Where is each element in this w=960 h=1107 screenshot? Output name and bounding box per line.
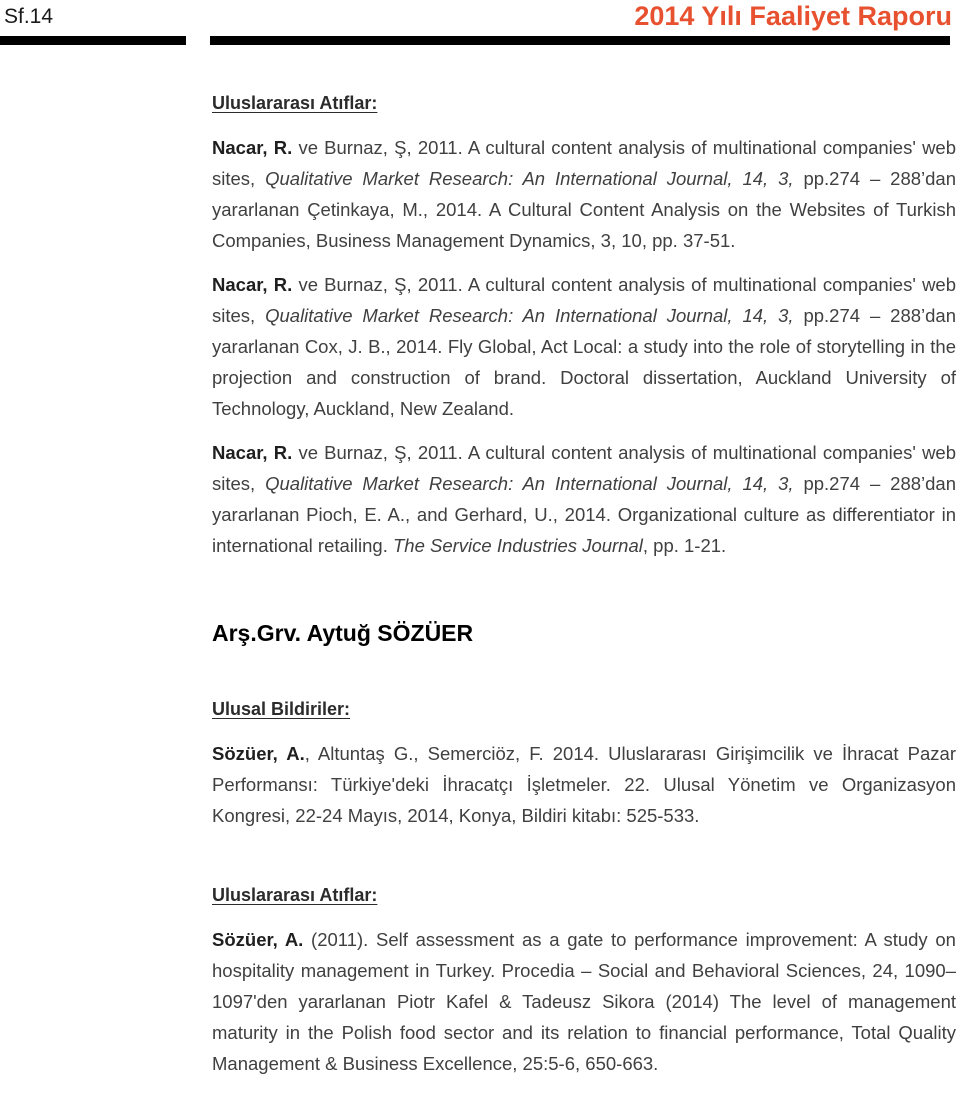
page-header: Sf.14 2014 Yılı Faaliyet Raporu [0, 0, 960, 52]
citation-entry-1: Nacar, R. ve Burnaz, Ş, 2011. A cultural… [212, 132, 956, 256]
citation-entry-3: Nacar, R. ve Burnaz, Ş, 2011. A cultural… [212, 437, 956, 561]
citation-1-journal: Qualitative Market Research: An Internat… [265, 168, 794, 189]
citation-3-journal: Qualitative Market Research: An Internat… [265, 473, 794, 494]
citation-2-journal: Qualitative Market Research: An Internat… [265, 305, 794, 326]
header-rule-left [0, 36, 186, 45]
citation-4-text: (2011). Self assessment as a gate to per… [212, 929, 956, 1074]
citation-entry-4: Sözüer, A. (2011). Self assessment as a … [212, 924, 956, 1079]
header-rule-right [210, 36, 950, 45]
document-body: Uluslararası Atıflar: Nacar, R. ve Burna… [212, 88, 956, 1082]
spacer-before-person [212, 564, 956, 618]
national-paper-entry-1: Sözüer, A., Altuntaş G., Semerciöz, F. 2… [212, 738, 956, 831]
heading-international-citations-2: Uluslararası Atıflar: [212, 885, 378, 905]
spacer-after-person [212, 648, 956, 694]
heading-national-papers: Ulusal Bildiriler: [212, 699, 351, 719]
heading-person-name: Arş.Grv. Aytuğ SÖZÜER [212, 620, 474, 646]
national-paper-1-author: Sözüer, A. [212, 743, 305, 764]
report-title: 2014 Yılı Faaliyet Raporu [634, 1, 952, 31]
page-number: Sf.14 [4, 5, 54, 28]
national-paper-1-text: , Altuntaş G., Semerciöz, F. 2014. Ulusl… [212, 743, 956, 826]
spacer-before-citations-2 [212, 834, 956, 880]
citation-3-text-c: , pp. 1-21. [642, 535, 727, 556]
citation-1-author: Nacar, R. [212, 137, 293, 158]
citation-entry-2: Nacar, R. ve Burnaz, Ş, 2011. A cultural… [212, 269, 956, 424]
heading-international-citations-1: Uluslararası Atıflar: [212, 93, 378, 113]
citation-3-author: Nacar, R. [212, 442, 293, 463]
citation-2-author: Nacar, R. [212, 274, 293, 295]
citation-3-journal-2: The Service Industries Journal [393, 535, 643, 556]
citation-4-author: Sözüer, A. [212, 929, 304, 950]
